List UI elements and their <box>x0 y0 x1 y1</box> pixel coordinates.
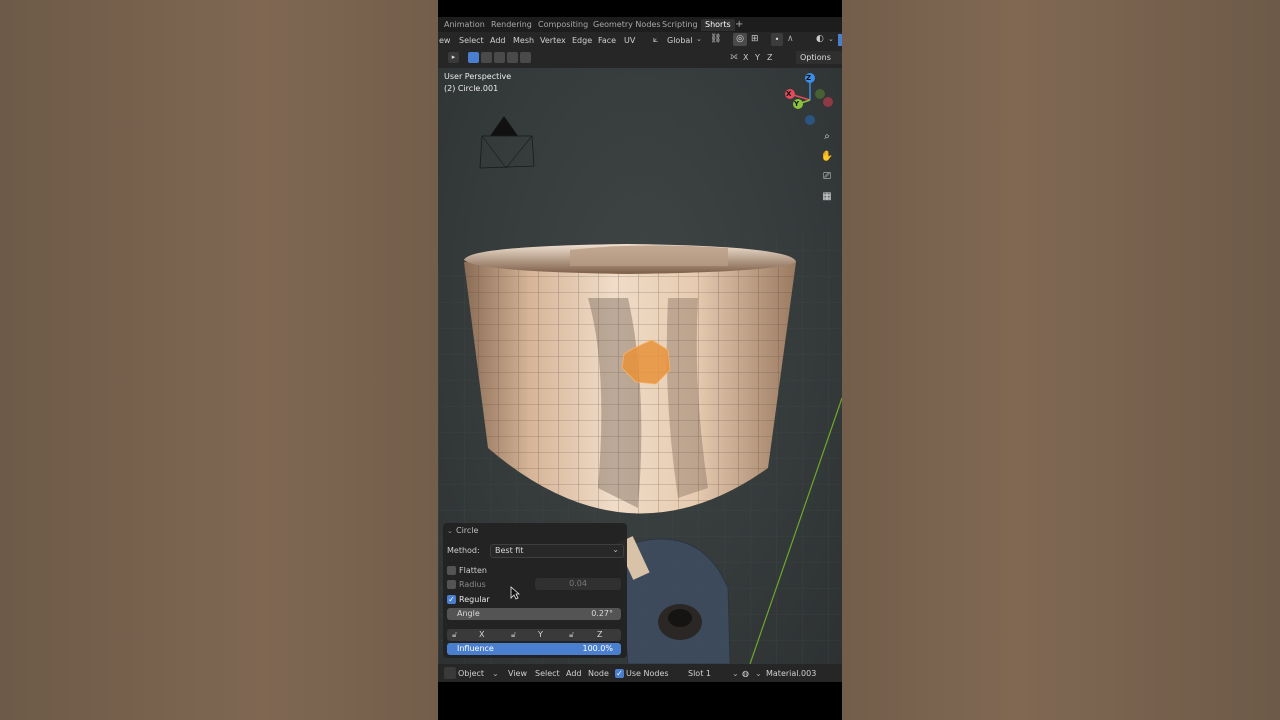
pivot-point-icon[interactable]: ⛓ <box>710 34 721 44</box>
options-dropdown[interactable]: Options ⌄ <box>796 51 842 75</box>
method-value: Best fit <box>495 546 524 555</box>
transform-orientation-dropdown[interactable]: Global <box>667 35 693 46</box>
radius-checkbox[interactable] <box>447 580 456 589</box>
video-background-left <box>0 0 438 720</box>
menu-vertex[interactable]: Vertex <box>540 35 566 46</box>
select-box-icon[interactable] <box>468 52 479 63</box>
proportional-edit-icon[interactable]: ◎ <box>733 33 747 46</box>
menu-uv[interactable]: UV <box>624 35 635 46</box>
select-subtract-icon[interactable] <box>494 52 505 63</box>
select-invert-icon[interactable] <box>507 52 518 63</box>
radius-field[interactable]: 0.04 <box>535 578 621 590</box>
menu-view-node[interactable]: View <box>508 668 527 679</box>
lock-y-toggle[interactable]: Y <box>538 629 543 641</box>
menu-mesh[interactable]: Mesh <box>513 35 534 46</box>
radius-label: Radius <box>459 580 486 589</box>
material-sphere-icon[interactable]: ◍ <box>742 668 749 679</box>
tab-scripting[interactable]: Scripting <box>662 19 698 31</box>
mirror-icon: ⟗ <box>730 52 738 62</box>
gizmo-z-label: Z <box>806 74 812 82</box>
influence-value: 100.0% <box>582 644 613 653</box>
menu-edge[interactable]: Edge <box>572 35 592 46</box>
3d-viewport[interactable]: User Perspective (2) Circle.001 Z Y X ⌕ … <box>438 68 842 664</box>
select-intersect-icon[interactable] <box>520 52 531 63</box>
workspace-tabs-bar: Animation Rendering Compositing Geometry… <box>438 17 842 32</box>
transform-orientation-icon: ⟀ <box>653 35 659 45</box>
menu-select[interactable]: Select <box>459 35 484 46</box>
gizmo-x-label: X <box>786 90 792 98</box>
lock-z-toggle[interactable]: Z <box>597 629 602 641</box>
axis-y-toggle[interactable]: Y <box>755 53 760 62</box>
use-nodes-label: Use Nodes <box>626 669 669 678</box>
panel-title: Circle <box>456 526 479 535</box>
tab-compositing[interactable]: Compositing <box>538 19 588 31</box>
lock-icon: 🔓︎ <box>511 630 517 639</box>
zoom-icon[interactable]: ⌕ <box>818 128 836 146</box>
gizmo-y-label: Y <box>794 100 800 108</box>
chevron-down-icon: ⌄ <box>492 669 499 678</box>
lock-icon: 🔓︎ <box>569 630 575 639</box>
menu-node[interactable]: Node <box>588 668 609 679</box>
ortho-grid-icon[interactable]: ▦ <box>818 188 836 206</box>
menu-add[interactable]: Add <box>490 35 506 46</box>
chevron-down-icon: ⌄ <box>828 35 834 43</box>
axis-z-toggle[interactable]: Z <box>767 53 772 62</box>
axis-x-toggle[interactable]: X <box>743 53 748 62</box>
tab-rendering[interactable]: Rendering <box>491 19 532 31</box>
menu-face[interactable]: Face <box>598 35 616 46</box>
editor-type-icon[interactable] <box>444 667 456 679</box>
view-name-label: User Perspective <box>444 72 512 81</box>
tab-geometry-nodes[interactable]: Geometry Nodes <box>593 19 660 31</box>
angle-label: Angle <box>457 609 480 618</box>
slot-dropdown[interactable]: Slot 1 <box>688 668 711 679</box>
snap-icon[interactable]: ⊞ <box>751 34 759 44</box>
shading-solid-icon[interactable] <box>838 34 842 46</box>
circle-operator-panel: ⌄ Circle Method: Best fit ⌄ Flatten Radi… <box>443 523 627 658</box>
flatten-label: Flatten <box>459 566 487 575</box>
chevron-down-icon: ⌄ <box>612 545 619 554</box>
video-background-right <box>842 0 1280 720</box>
use-nodes-checkbox[interactable]: ✓ <box>615 669 624 678</box>
lock-icon: 🔓︎ <box>452 630 458 639</box>
lock-x-toggle[interactable]: X <box>479 629 484 641</box>
method-dropdown[interactable]: Best fit ⌄ <box>490 544 624 558</box>
regular-checkbox[interactable]: ✓ <box>447 595 456 604</box>
active-object-label: (2) Circle.001 <box>444 84 499 93</box>
influence-label: Influence <box>457 644 494 653</box>
chevron-down-icon: ⌄ <box>732 669 739 678</box>
mode-dropdown[interactable]: Object <box>458 668 484 679</box>
radius-value: 0.04 <box>569 579 587 588</box>
chevron-down-icon: ⌄ <box>755 669 762 678</box>
method-label: Method: <box>447 546 480 555</box>
overlay-icon[interactable]: ◐ <box>816 34 824 44</box>
material-name-field[interactable]: Material.003 <box>766 668 816 679</box>
regular-label: Regular <box>459 595 490 604</box>
blender-window: Animation Rendering Compositing Geometry… <box>438 0 842 720</box>
editor-menu-bar: ew Select Add Mesh Vertex Edge Face UV ⟀… <box>438 32 842 48</box>
flatten-checkbox[interactable] <box>447 566 456 575</box>
angle-slider[interactable]: Angle 0.27° <box>447 608 621 620</box>
pan-hand-icon[interactable]: ✋ <box>818 148 836 166</box>
lock-axes-row: 🔓︎ X 🔓︎ Y 🔓︎ Z <box>447 629 621 641</box>
tool-header: ▸ ⟗ X Y Z Options ⌄ <box>438 48 842 75</box>
influence-slider[interactable]: Influence 100.0% <box>447 643 621 655</box>
tab-shorts[interactable]: Shorts <box>701 19 735 31</box>
falloff-icon[interactable]: ∧ <box>787 34 794 44</box>
mouse-cursor <box>510 586 520 600</box>
camera-view-icon[interactable]: ⎚ <box>818 168 836 186</box>
tool-toggle-icon[interactable]: ▸ <box>448 52 459 63</box>
add-workspace-button[interactable]: + <box>735 19 743 31</box>
chevron-down-icon[interactable]: ⌄ <box>447 527 453 535</box>
menu-select-node[interactable]: Select <box>535 668 560 679</box>
angle-value: 0.27° <box>591 609 613 618</box>
select-extend-icon[interactable] <box>481 52 492 63</box>
menu-view[interactable]: ew <box>439 35 450 46</box>
menu-add-node[interactable]: Add <box>566 668 582 679</box>
options-label: Options <box>800 53 831 62</box>
snap-target-icon[interactable]: • <box>771 33 783 46</box>
chevron-down-icon: ⌄ <box>696 35 702 43</box>
node-editor-header: Object ⌄ View Select Add Node ✓ Use Node… <box>438 664 842 682</box>
tab-animation[interactable]: Animation <box>444 19 485 31</box>
